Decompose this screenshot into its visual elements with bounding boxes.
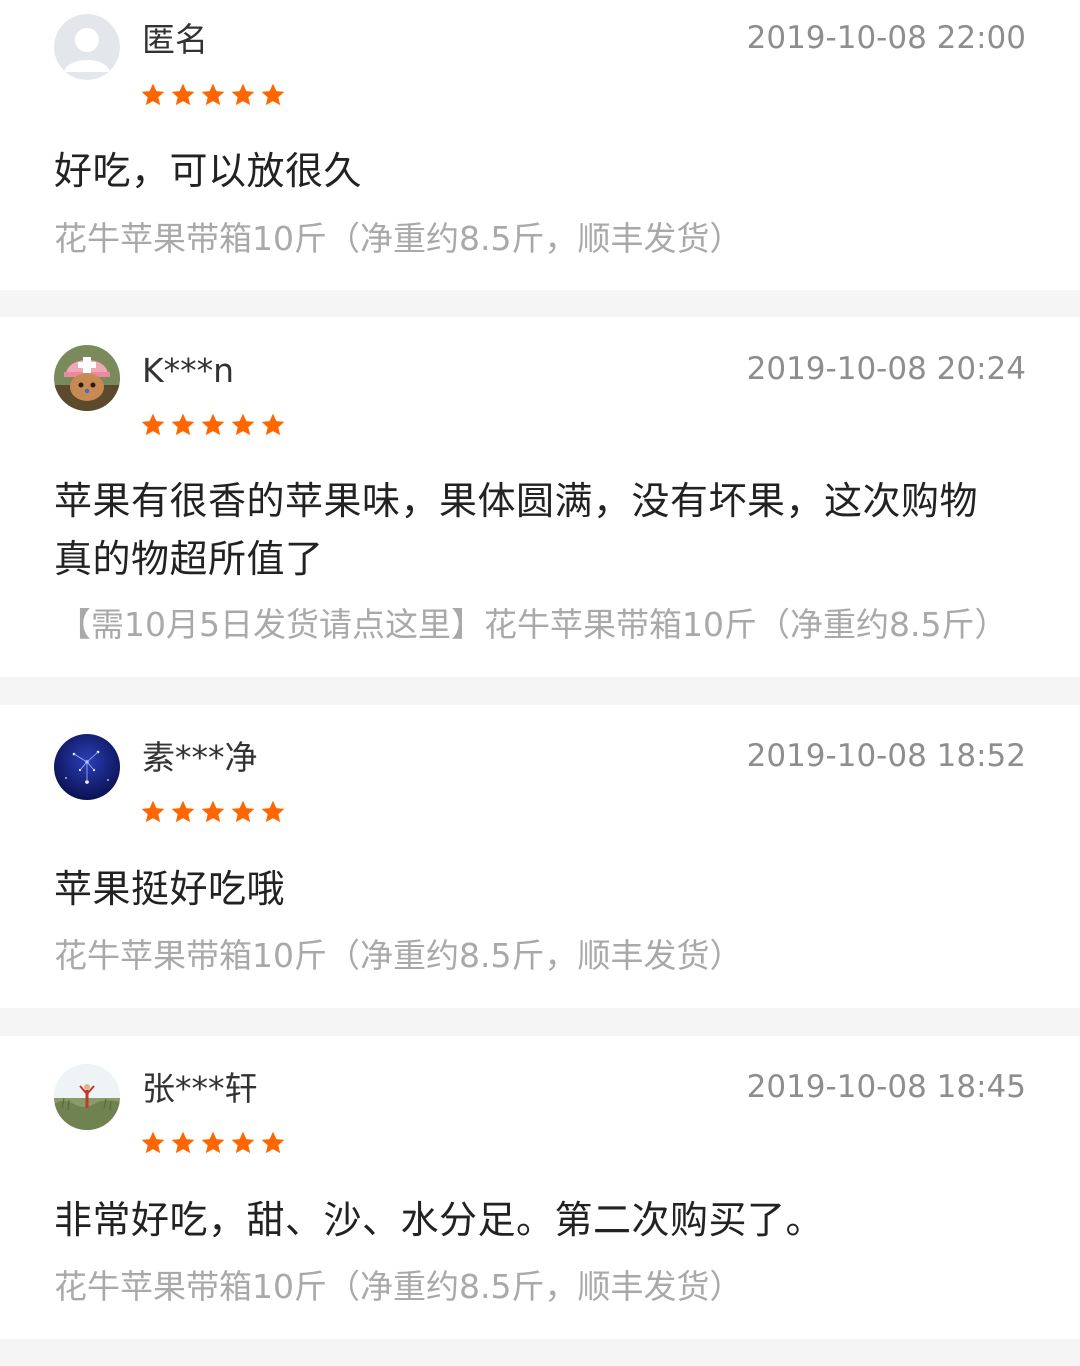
star-icon — [261, 800, 285, 823]
review-comment: 苹果有很香的苹果味，果体圆满，没有坏果，这次购物真的物超所值了 — [54, 479, 979, 581]
product-variant[interactable]: 花牛苹果带箱10斤（净重约8.5斤，顺丰发货） — [54, 935, 1040, 977]
reviewer-name: 匿名 — [142, 20, 208, 59]
product-variant[interactable]: 花牛苹果带箱10斤（净重约8.5斤，顺丰发货） — [54, 218, 1040, 260]
review-timestamp: 2019-10-08 18:45 — [746, 1069, 1026, 1105]
review-card: K***n 2019-10-08 20:24 苹果有很香的苹果味，果体圆满，没有… — [0, 317, 1080, 677]
rating-stars — [140, 1130, 286, 1156]
review-timestamp: 2019-10-08 22:00 — [746, 20, 1026, 56]
star-icon — [261, 1131, 285, 1154]
star-icon — [231, 800, 255, 823]
reviewer-name: K***n — [142, 351, 235, 390]
star-icon — [171, 413, 195, 436]
review-card: 张***轩 2019-10-08 18:45 非常好吃，甜、沙、水分足。第二次购… — [0, 1036, 1080, 1339]
product-variant[interactable]: 【需10月5日发货请点这里】花牛苹果带箱10斤（净重约8.5斤） — [58, 604, 1040, 646]
review-comment: 苹果挺好吃哦 — [54, 867, 286, 911]
star-icon — [171, 1131, 195, 1154]
star-icon — [231, 413, 255, 436]
review-card: 匿名 2019-10-08 22:00 好吃，可以放很久 花牛苹果带箱10斤（净… — [0, 0, 1080, 290]
reviewer-name: 素***净 — [142, 738, 258, 777]
star-icon — [261, 413, 285, 436]
review-card: 素***净 2019-10-08 18:52 苹果挺好吃哦 花牛苹果带箱10斤（… — [0, 705, 1080, 1008]
night-sky-avatar[interactable] — [54, 734, 120, 800]
star-icon — [171, 800, 195, 823]
field-photo-avatar[interactable] — [54, 1064, 120, 1130]
product-variant[interactable]: 花牛苹果带箱10斤（净重约8.5斤，顺丰发货） — [54, 1266, 1040, 1308]
star-icon — [201, 1131, 225, 1154]
chopper-avatar[interactable] — [54, 345, 120, 411]
star-icon — [231, 83, 255, 106]
rating-stars — [140, 82, 286, 108]
rating-stars — [140, 412, 286, 438]
star-icon — [141, 83, 165, 106]
star-icon — [261, 83, 285, 106]
star-icon — [201, 413, 225, 436]
review-timestamp: 2019-10-08 18:52 — [746, 738, 1026, 774]
star-icon — [201, 800, 225, 823]
default-avatar-icon[interactable] — [54, 14, 120, 80]
star-icon — [141, 1131, 165, 1154]
review-comment: 非常好吃，甜、沙、水分足。第二次购买了。 — [54, 1198, 825, 1242]
reviewer-name: 张***轩 — [142, 1069, 258, 1108]
star-icon — [171, 83, 195, 106]
star-icon — [141, 413, 165, 436]
star-icon — [231, 1131, 255, 1154]
review-timestamp: 2019-10-08 20:24 — [746, 351, 1026, 387]
rating-stars — [140, 799, 286, 825]
star-icon — [141, 800, 165, 823]
review-comment: 好吃，可以放很久 — [54, 149, 363, 193]
star-icon — [201, 83, 225, 106]
